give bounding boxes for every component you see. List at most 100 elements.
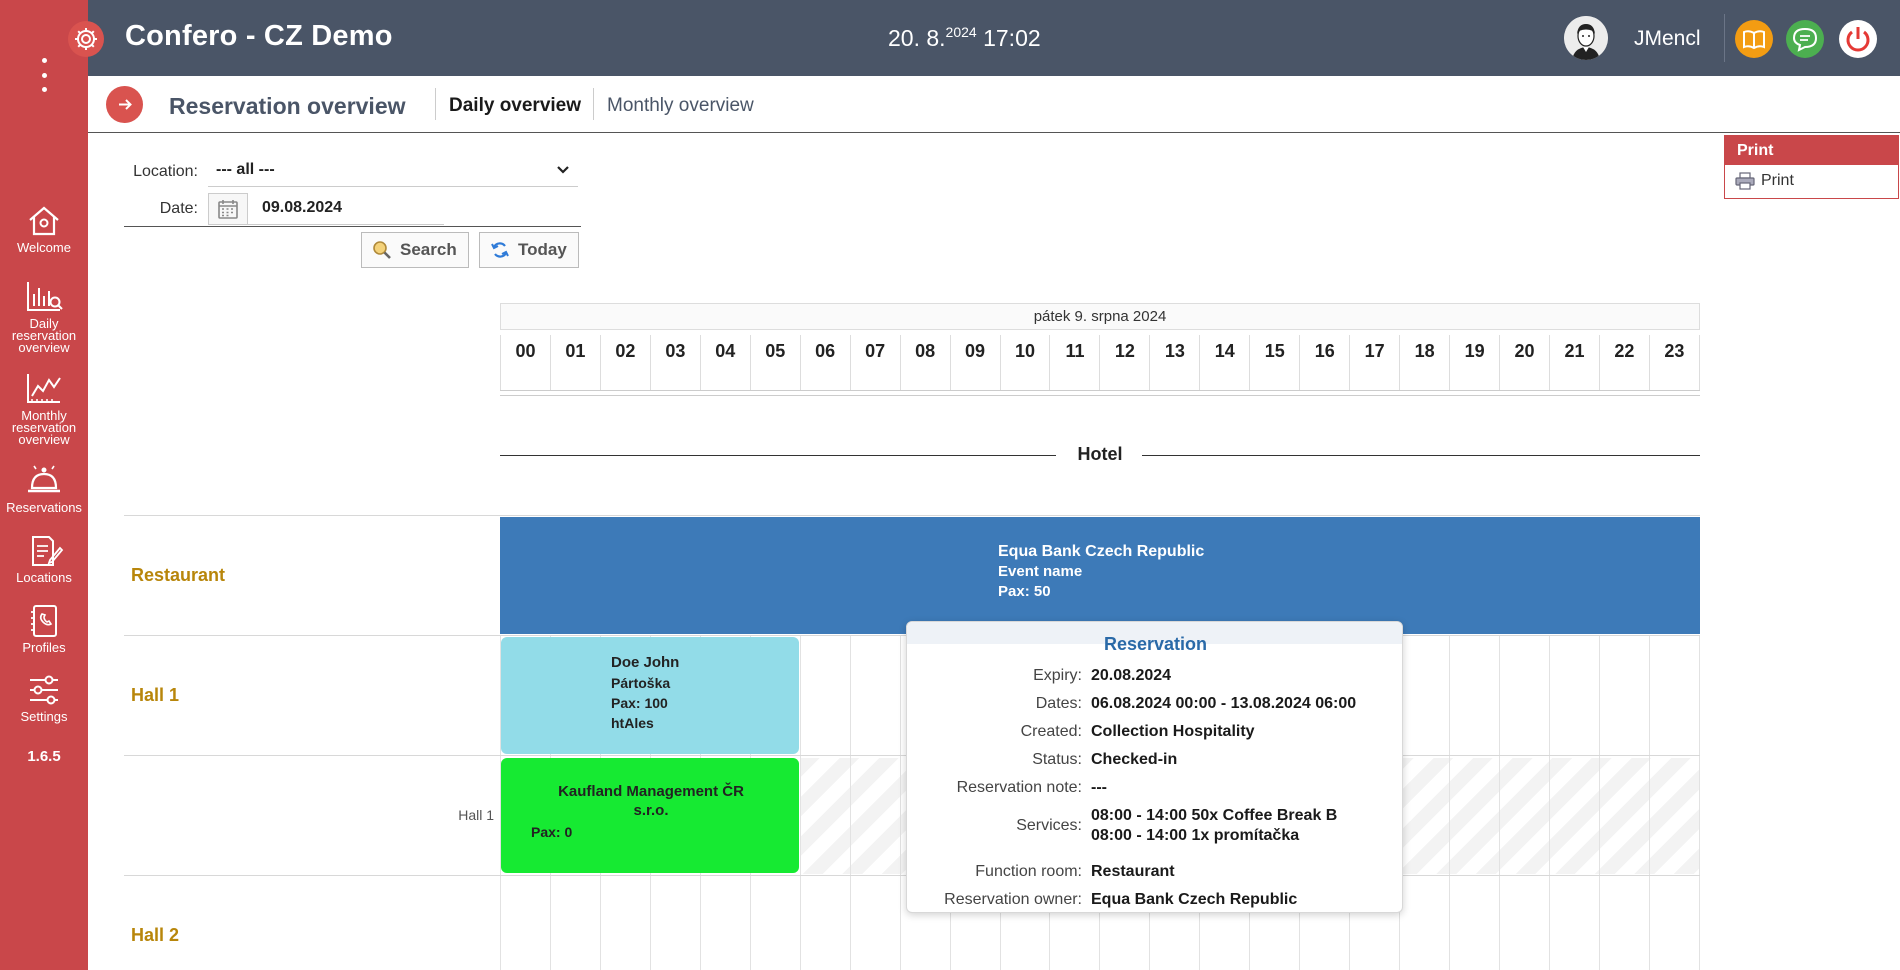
refresh-icon <box>491 242 509 258</box>
sidebar-item-label: Settings <box>20 709 68 724</box>
grid-slot[interactable] <box>649 876 700 970</box>
sidebar-item-label: Daily reservation overview <box>11 316 77 355</box>
top-bar: Confero - CZ Demo 20. 8.2024 17:02 JMenc… <box>88 0 1900 76</box>
sidebar: Welcome Daily reservation overview Month… <box>0 0 88 970</box>
tab-monthly-overview[interactable]: Monthly overview <box>607 95 754 117</box>
hour-cell: 11 <box>1049 335 1099 390</box>
hour-cell: 19 <box>1449 335 1499 390</box>
grid-slot[interactable] <box>549 876 600 970</box>
tooltip-value: Equa Bank Czech Republic <box>1091 891 1298 908</box>
printer-icon <box>1735 172 1755 190</box>
grid-slot[interactable] <box>1598 756 1649 875</box>
sidebar-item-label: Locations <box>16 570 72 585</box>
grid-slot[interactable] <box>1598 876 1649 970</box>
settings-gear-icon[interactable] <box>67 20 105 58</box>
tooltip-key: Status: <box>1032 751 1082 768</box>
tooltip-value: Restaurant <box>1091 863 1175 880</box>
grid-slot[interactable] <box>849 876 900 970</box>
grid-slot[interactable] <box>699 876 750 970</box>
grid-slot[interactable] <box>1499 756 1549 875</box>
more-menu-icon[interactable] <box>38 58 50 92</box>
messages-button[interactable] <box>1786 20 1824 58</box>
divider <box>593 88 594 120</box>
hour-cell: 12 <box>1099 335 1149 390</box>
sidebar-item-locations[interactable]: Locations <box>0 534 88 584</box>
calendar-button[interactable] <box>208 193 248 225</box>
grid-slot[interactable] <box>1648 756 1700 875</box>
avatar[interactable] <box>1564 16 1608 60</box>
tab-daily-overview[interactable]: Daily overview <box>449 95 581 117</box>
monthly-chart-icon <box>27 374 61 403</box>
sidebar-item-profiles[interactable]: Profiles <box>0 604 88 654</box>
grid-slot[interactable] <box>599 876 650 970</box>
grid-slot[interactable] <box>799 876 850 970</box>
reservation-block-kaufland[interactable]: Kaufland Management ČR s.r.o. Pax: 0 <box>501 758 799 873</box>
grid-slot[interactable] <box>500 876 550 970</box>
divider <box>500 455 1056 456</box>
grid-slot[interactable] <box>1499 876 1549 970</box>
logout-button[interactable] <box>1839 20 1877 58</box>
reservation-name-line-1: Kaufland Management ČR <box>558 783 744 800</box>
profile-book-icon <box>31 605 57 637</box>
back-button[interactable] <box>106 86 143 123</box>
print-panel: Print Print <box>1724 135 1899 199</box>
sidebar-item-welcome[interactable]: Welcome <box>0 204 88 254</box>
search-button-label: Search <box>400 240 457 259</box>
app-version: 1.6.5 <box>27 748 61 765</box>
tooltip-key: Services: <box>1016 817 1082 834</box>
tooltip-key: Expiry: <box>1033 667 1082 684</box>
location-select[interactable]: --- all --- <box>208 157 578 187</box>
page-title: Reservation overview <box>169 93 406 119</box>
sidebar-item-daily-overview[interactable]: Daily reservation overview <box>0 280 88 354</box>
sidebar-item-monthly-overview[interactable]: Monthly reservation overview <box>0 372 88 446</box>
tooltip-value: 20.08.2024 <box>1091 667 1172 684</box>
chevron-down-icon <box>557 166 569 174</box>
grid-slot[interactable] <box>1399 756 1449 875</box>
row-label-restaurant: Restaurant <box>131 565 226 585</box>
grid-slot[interactable] <box>799 636 850 755</box>
print-link[interactable]: Print <box>1735 172 1794 190</box>
today-button[interactable]: Today <box>479 232 579 268</box>
grid-slot[interactable] <box>1449 636 1499 755</box>
grid-slot[interactable] <box>849 636 900 755</box>
grid-slot[interactable] <box>1648 636 1700 755</box>
grid-slot[interactable] <box>1449 876 1499 970</box>
grid-slot[interactable] <box>1549 756 1599 875</box>
grid-slot[interactable] <box>849 756 900 875</box>
grid-slot[interactable] <box>1598 636 1649 755</box>
grid-slot[interactable] <box>1499 636 1549 755</box>
row-sublabel-hall-1: Hall 1 <box>458 807 494 823</box>
bell-icon <box>28 465 60 493</box>
print-link-label: Print <box>1761 172 1794 189</box>
subheader: Reservation overview Daily overview Mont… <box>88 76 1900 133</box>
reservation-block-equa[interactable]: Equa Bank Czech Republic Event name Pax:… <box>500 517 1700 634</box>
section-title-hotel: Hotel <box>1077 444 1123 464</box>
manual-button[interactable] <box>1735 20 1773 58</box>
grid-slot[interactable] <box>1399 636 1449 755</box>
search-button[interactable]: Search <box>361 232 469 268</box>
grid-slot[interactable] <box>1399 876 1449 970</box>
date-field[interactable]: 09.08.2024 <box>248 193 444 225</box>
hour-cell: 00 <box>500 335 550 390</box>
divider <box>124 226 581 227</box>
sidebar-item-reservations[interactable]: Reservations <box>0 464 88 514</box>
hour-cell: 06 <box>799 335 850 390</box>
grid-slot[interactable] <box>1648 876 1700 970</box>
tooltip-value: 06.08.2024 00:00 - 13.08.2024 06:00 <box>1091 695 1357 712</box>
tooltip-value: 08:00 - 14:00 50x Coffee Break B <box>1091 807 1338 824</box>
divider <box>435 88 436 120</box>
username[interactable]: JMencl <box>1634 27 1701 51</box>
grid-slot[interactable] <box>1549 636 1599 755</box>
timeline-hours: 00 01 02 03 04 05 06 07 08 09 10 11 12 13 14 15 16 17 18 19… <box>500 335 1700 391</box>
reservation-block-doe[interactable]: Doe John Pártoška Pax: 100 htAles <box>501 637 799 754</box>
sidebar-item-settings[interactable]: Settings <box>0 673 88 723</box>
tooltip-key: Dates: <box>1035 695 1082 712</box>
grid-slot[interactable] <box>749 876 800 970</box>
hour-cell: 14 <box>1199 335 1249 390</box>
daily-chart-icon <box>27 282 63 311</box>
grid-slot[interactable] <box>799 756 850 875</box>
clock: 20. 8.2024 17:02 <box>888 24 1041 52</box>
grid-slot[interactable] <box>1549 876 1599 970</box>
grid-slot[interactable] <box>1449 756 1499 875</box>
clock-year: 2024 <box>945 24 977 40</box>
